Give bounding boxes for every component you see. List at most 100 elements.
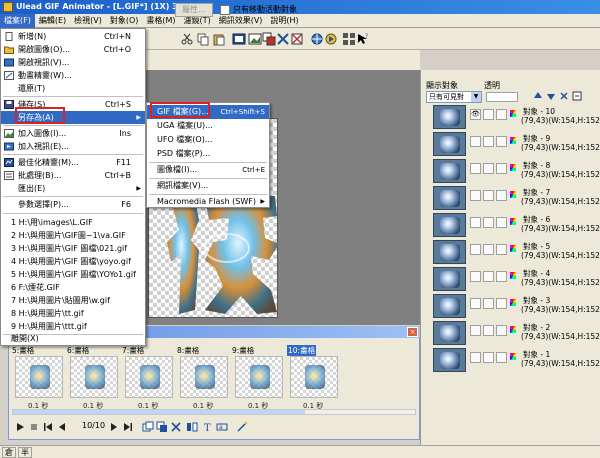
submenu-image-file[interactable]: 圖像檔(I)... Ctrl+E — [147, 163, 269, 177]
menu-export[interactable]: 匯出(E) ▶ — [1, 182, 145, 195]
eye-toggle[interactable] — [470, 352, 481, 363]
layer-row[interactable]: 對象 - 2 (79,43)(W:154,H:152) — [431, 320, 600, 346]
layer-row[interactable]: 對象 - 8 (79,43)(W:154,H:152) — [431, 158, 600, 184]
eye-toggle[interactable] — [470, 163, 481, 174]
cut-icon[interactable] — [180, 32, 194, 46]
next-frame-icon[interactable] — [108, 421, 120, 433]
select-toggle[interactable] — [496, 109, 507, 120]
menu-revert[interactable]: 還原(T) — [1, 82, 145, 95]
eye-toggle[interactable] — [470, 298, 481, 309]
banner-text-icon[interactable]: a — [216, 421, 228, 433]
layer-up-icon[interactable] — [533, 91, 543, 101]
delete-icon[interactable] — [276, 32, 290, 46]
menu-frame[interactable]: 畫格(M) — [142, 14, 179, 28]
layer-row[interactable]: 對象 - 1 (79,43)(W:154,H:152) — [431, 347, 600, 373]
menu-view[interactable]: 檢視(V) — [70, 14, 106, 28]
lock-toggle[interactable] — [483, 136, 494, 147]
eye-icon[interactable]: 👁 — [470, 109, 481, 120]
frame-thumbnail[interactable]: 5:畫格 0.1 秒 — [12, 345, 66, 411]
eye-toggle[interactable] — [470, 325, 481, 336]
select-toggle[interactable] — [496, 244, 507, 255]
frame-thumbnail[interactable]: 6:畫格 0.1 秒 — [67, 345, 121, 411]
layer-row[interactable]: 對象 - 9 (79,43)(W:154,H:152) — [431, 131, 600, 157]
layer-row[interactable]: 對象 - 5 (79,43)(W:154,H:152) — [431, 239, 600, 265]
lock-toggle[interactable] — [483, 190, 494, 201]
menu-edit[interactable]: 編輯(E) — [35, 14, 70, 28]
menu-add-video[interactable]: 加入視訊(E)... — [1, 140, 145, 153]
select-toggle[interactable] — [496, 163, 507, 174]
grid-icon[interactable] — [342, 32, 356, 46]
menu-batch[interactable]: 批處理(B)... Ctrl+B — [1, 169, 145, 182]
preview-icon[interactable] — [324, 32, 338, 46]
menu-help[interactable]: 說明(H) — [266, 14, 302, 28]
lock-toggle[interactable] — [483, 163, 494, 174]
menu-recent-file[interactable]: 2 H:\與用圖片\GIF圖~1\va.GIF — [1, 229, 145, 242]
menu-recent-file[interactable]: 4 H:\與用圖片\GIF 圖檔\yoyo.gif — [1, 255, 145, 268]
layer-row[interactable]: 👁 對象 - 10 (79,43)(W:154,H:152) — [431, 104, 600, 130]
delete-frame-button-icon[interactable] — [170, 421, 182, 433]
tween-icon[interactable] — [186, 421, 198, 433]
last-frame-icon[interactable] — [122, 421, 134, 433]
lock-toggle[interactable] — [483, 325, 494, 336]
submenu-video-file[interactable]: 網訊檔案(V)... — [147, 179, 269, 193]
submenu-psd-file[interactable]: PSD 檔案(P)... — [147, 147, 269, 161]
lock-toggle[interactable] — [483, 109, 494, 120]
stop-icon[interactable] — [28, 421, 40, 433]
menu-video-effect[interactable]: 網訊效果(V) — [215, 14, 267, 28]
menu-file[interactable]: 檔案(F) — [0, 13, 35, 28]
menu-preferences[interactable]: 參數選擇(P)... F6 — [1, 198, 145, 211]
lock-toggle[interactable] — [483, 271, 494, 282]
lock-toggle[interactable] — [483, 217, 494, 228]
eye-toggle[interactable] — [470, 217, 481, 228]
menu-open-video[interactable]: 開啟視訊(V)... — [1, 56, 145, 69]
submenu-uga-file[interactable]: UGA 檔案(U)... — [147, 119, 269, 133]
frame-thumbnail-selected[interactable]: 10:畫格 0.1 秒 — [287, 345, 341, 411]
menu-recent-file[interactable]: 3 H:\與用圖片\GIF 圖檔\021.gif — [1, 242, 145, 255]
layer-row[interactable]: 對象 - 4 (79,43)(W:154,H:152) — [431, 266, 600, 292]
add-frame-icon[interactable] — [142, 421, 154, 433]
text-icon[interactable]: T — [202, 421, 214, 433]
menu-add-image[interactable]: 加入圖像(I)... Ins — [1, 127, 145, 140]
first-frame-icon[interactable] — [42, 421, 54, 433]
select-toggle[interactable] — [496, 136, 507, 147]
prev-frame-icon[interactable] — [56, 421, 68, 433]
layer-delete-icon[interactable] — [559, 91, 569, 101]
menu-object[interactable]: 對象(O) — [106, 14, 143, 28]
eye-toggle[interactable] — [470, 271, 481, 282]
menu-recent-file[interactable]: 5 H:\與用圖片\GIF 圖檔\YOYo1.gif — [1, 268, 145, 281]
lock-toggle[interactable] — [483, 244, 494, 255]
web-icon[interactable] — [310, 32, 324, 46]
menu-recent-file[interactable]: 6 F:\煙花.GIF — [1, 281, 145, 294]
layer-row[interactable]: 對象 - 3 (79,43)(W:154,H:152) — [431, 293, 600, 319]
duplicate-icon[interactable] — [262, 32, 276, 46]
duplicate-frame-icon[interactable] — [156, 421, 168, 433]
eye-toggle[interactable] — [470, 244, 481, 255]
select-toggle[interactable] — [496, 352, 507, 363]
properties-button[interactable]: 屬性... — [175, 3, 213, 17]
select-toggle[interactable] — [496, 298, 507, 309]
scrollbar-thumb[interactable] — [13, 410, 305, 414]
visibility-filter-select[interactable]: 只有可見對 ▼ — [426, 91, 482, 103]
menu-recent-file[interactable]: 7 H:\與用圖片\貼圖用\w.gif — [1, 294, 145, 307]
frame-thumbnail[interactable]: 9:畫格 0.1 秒 — [232, 345, 286, 411]
frame-thumbnail[interactable]: 8:畫格 0.1 秒 — [177, 345, 231, 411]
copy-icon[interactable] — [196, 32, 210, 46]
image-icon[interactable] — [248, 32, 262, 46]
menu-exit[interactable]: 離開(X) — [1, 332, 145, 345]
select-toggle[interactable] — [496, 217, 507, 228]
eye-toggle[interactable] — [470, 190, 481, 201]
submenu-flash-swf[interactable]: Macromedia Flash (SWF) ▶ — [147, 195, 269, 209]
select-toggle[interactable] — [496, 271, 507, 282]
select-toggle[interactable] — [496, 190, 507, 201]
play-icon[interactable] — [14, 421, 26, 433]
frame-props-icon[interactable] — [232, 32, 246, 46]
frame-thumbnail[interactable]: 7:畫格 0.1 秒 — [122, 345, 176, 411]
menu-recent-file[interactable]: 8 H:\與用圖片\tt.gif — [1, 307, 145, 320]
lock-toggle[interactable] — [483, 298, 494, 309]
menu-new[interactable]: 新增(N) Ctrl+N — [1, 30, 145, 43]
layer-row[interactable]: 對象 - 6 (79,43)(W:154,H:152) — [431, 212, 600, 238]
opacity-slider[interactable] — [486, 92, 518, 102]
menu-open-image[interactable]: 開啟圖像(O)... Ctrl+O — [1, 43, 145, 56]
chevron-down-icon[interactable]: ▼ — [471, 92, 481, 102]
layer-down-icon[interactable] — [546, 91, 556, 101]
